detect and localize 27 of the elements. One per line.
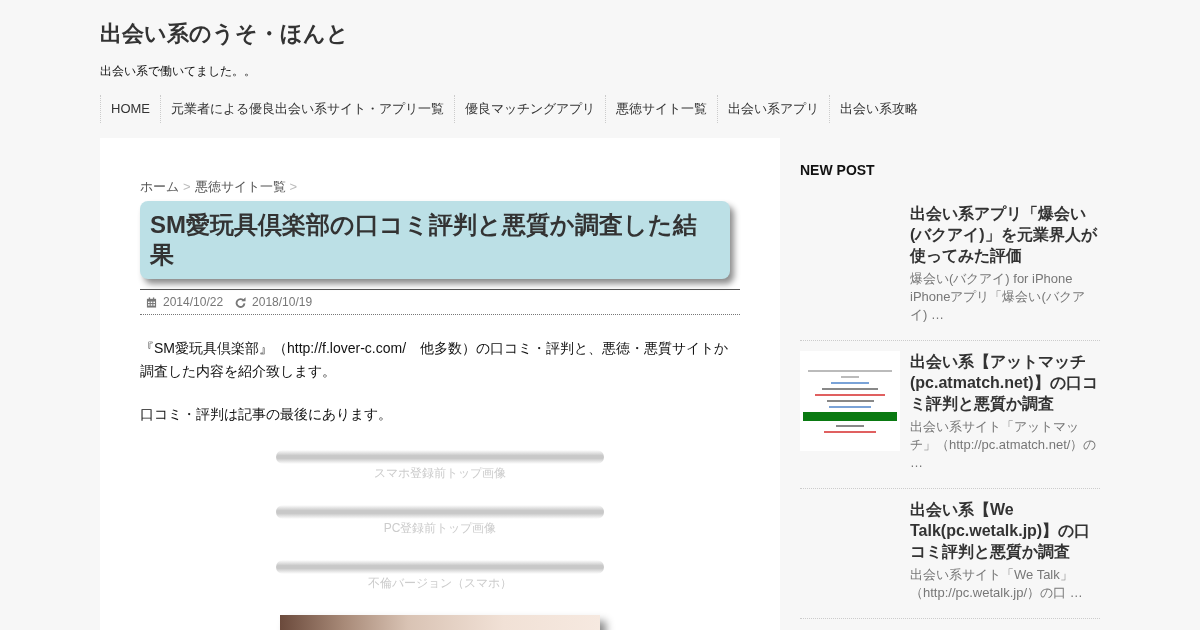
article-title: SM愛玩具倶楽部の口コミ評判と悪質か調査した結果 (140, 201, 730, 279)
nav-link[interactable]: 悪徳サイト一覧 (605, 95, 717, 123)
published-date: 2014/10/22 (163, 295, 224, 309)
nav-link[interactable]: HOME (100, 95, 160, 123)
breadcrumb-separator: > (289, 178, 298, 196)
post-title-link[interactable]: 出会い系【アットマッチ(pc.atmatch.net)】の口コミ評判と悪質か調査 (910, 351, 1100, 414)
site-title[interactable]: 出会い系のうそ・ほんと (100, 20, 349, 48)
nav-link[interactable]: 出会い系攻略 (829, 95, 928, 123)
updated-date: 2018/10/19 (252, 295, 313, 309)
calendar-icon (146, 296, 157, 308)
site-tagline: 出会い系で働いてました。。 (100, 63, 257, 79)
breadcrumb-link[interactable]: ホーム (140, 178, 179, 196)
nav-link[interactable]: 元業者による優良出会い系サイト・アプリ一覧 (160, 95, 454, 123)
body-paragraph: 『SM愛玩具倶楽部』（http://f.lover-c.com/ 他多数）の口コミ・評判と、悪徳・悪質サイトか調査した内容を紹介致します。 (140, 339, 730, 381)
thumbnail-drawing[interactable] (800, 351, 900, 451)
sidebar-heading: NEW POST (800, 161, 876, 179)
nav-link[interactable]: 出会い系アプリ (717, 95, 829, 123)
refresh-icon (235, 296, 247, 308)
post-excerpt: 出会い系サイト「We Talk」（http://pc.wetalk.jp/）の口 … (910, 566, 1084, 602)
post-excerpt: 爆会い(バクアイ) for iPhone iPhoneアプリ「爆会い(バクアイ) … (910, 270, 1086, 324)
breadcrumb-separator: > (183, 178, 191, 196)
post-excerpt: 出会い系サイト「アットマッチ」（http://pc.atmatch.net/）の … (910, 418, 1098, 472)
breadcrumb-link[interactable]: 悪徳サイト一覧 (194, 178, 286, 196)
post-title-link[interactable]: 出会い系【We Talk(pc.wetalk.jp)】の口コミ評判と悪質か調査 (910, 499, 1100, 562)
nav-link[interactable]: 優良マッチングアプリ (454, 95, 605, 123)
post-title-link[interactable]: 出会い系アプリ「爆会い(バクアイ)」を元業界人が使ってみた評価 (910, 203, 1100, 266)
body-paragraph: 口コミ・評判は記事の最後にあります。 (140, 405, 393, 424)
